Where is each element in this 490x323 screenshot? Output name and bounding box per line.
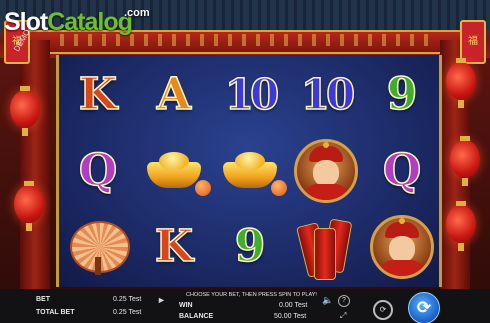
fullscreen-icon[interactable]: ⤢: [340, 312, 346, 320]
win-value: 0.00 Test: [279, 302, 308, 309]
spin-button[interactable]: ⟳: [408, 292, 440, 323]
speaker-icon[interactable]: 🔈: [322, 296, 333, 305]
gold-ingot-icon: [147, 152, 211, 196]
total-bet-value: 0.25 Test: [113, 309, 142, 316]
firecrackers-icon: [296, 216, 356, 280]
total-bet-label: TOTAL BET: [36, 309, 75, 316]
help-button[interactable]: ?: [338, 295, 350, 307]
reel-grid: K Q A K 10 9 10 9 Q: [56, 55, 442, 287]
reel-symbol-10: 10: [289, 57, 363, 133]
bet-label: BET: [36, 296, 50, 303]
symbol-letter: Q: [382, 145, 422, 196]
bet-value: 0.25 Test: [113, 296, 142, 303]
reel-symbol-9: 9: [365, 57, 439, 133]
lantern: [14, 181, 44, 231]
reel-symbol-q: Q: [365, 133, 439, 209]
reel-symbol-ingot: [213, 133, 287, 209]
reel-symbol-9: 9: [213, 209, 287, 285]
fan-icon: [70, 221, 130, 275]
reel-symbol-k: K: [61, 57, 135, 133]
lantern: [10, 86, 40, 136]
symbol-letter: K: [78, 69, 118, 120]
boy-portrait-icon: [370, 215, 434, 279]
status-message: CHOOSE YOUR BET, THEN PRESS SPIN TO PLAY…: [186, 292, 317, 298]
boy-portrait-icon: [294, 139, 358, 203]
symbol-letter: 9: [234, 221, 266, 272]
reel-symbol-a: A: [137, 57, 211, 133]
lantern: [450, 136, 480, 186]
symbol-letter: A: [156, 69, 192, 120]
reel-symbol-10: 10: [213, 57, 287, 133]
symbol-letter: Q: [78, 145, 118, 196]
reel-symbol-ingot: [137, 133, 211, 209]
lantern: [446, 201, 476, 251]
logo-catalog: Catalog: [47, 8, 133, 36]
gold-ingot-icon: [223, 152, 287, 196]
reel-symbol-fan: [61, 209, 135, 285]
reel-symbol-firecrackers: [289, 209, 363, 285]
symbol-letter: 10: [300, 70, 356, 119]
reel-symbol-q: Q: [61, 133, 135, 209]
win-label: WIN: [179, 302, 193, 309]
symbol-letter: K: [154, 221, 194, 272]
game-stage: 福 福 K Q A K 10 9 10 9 Q SlotCatalog .com…: [0, 0, 490, 323]
symbol-letter: 10: [224, 70, 280, 119]
reel-symbol-boy: [365, 209, 439, 285]
lantern: [446, 58, 476, 108]
balance-label: BALANCE: [179, 313, 214, 320]
left-pillar: [20, 40, 50, 290]
reel-symbol-k: K: [137, 209, 211, 285]
reel-symbol-boy: [289, 133, 363, 209]
autoplay-icon[interactable]: ⟳: [373, 300, 393, 320]
symbol-letter: 9: [386, 69, 418, 120]
balance-value: 50.00 Test: [274, 313, 307, 320]
play-arrow-icon[interactable]: ►: [157, 296, 166, 305]
logo-domain: .com: [124, 7, 150, 19]
